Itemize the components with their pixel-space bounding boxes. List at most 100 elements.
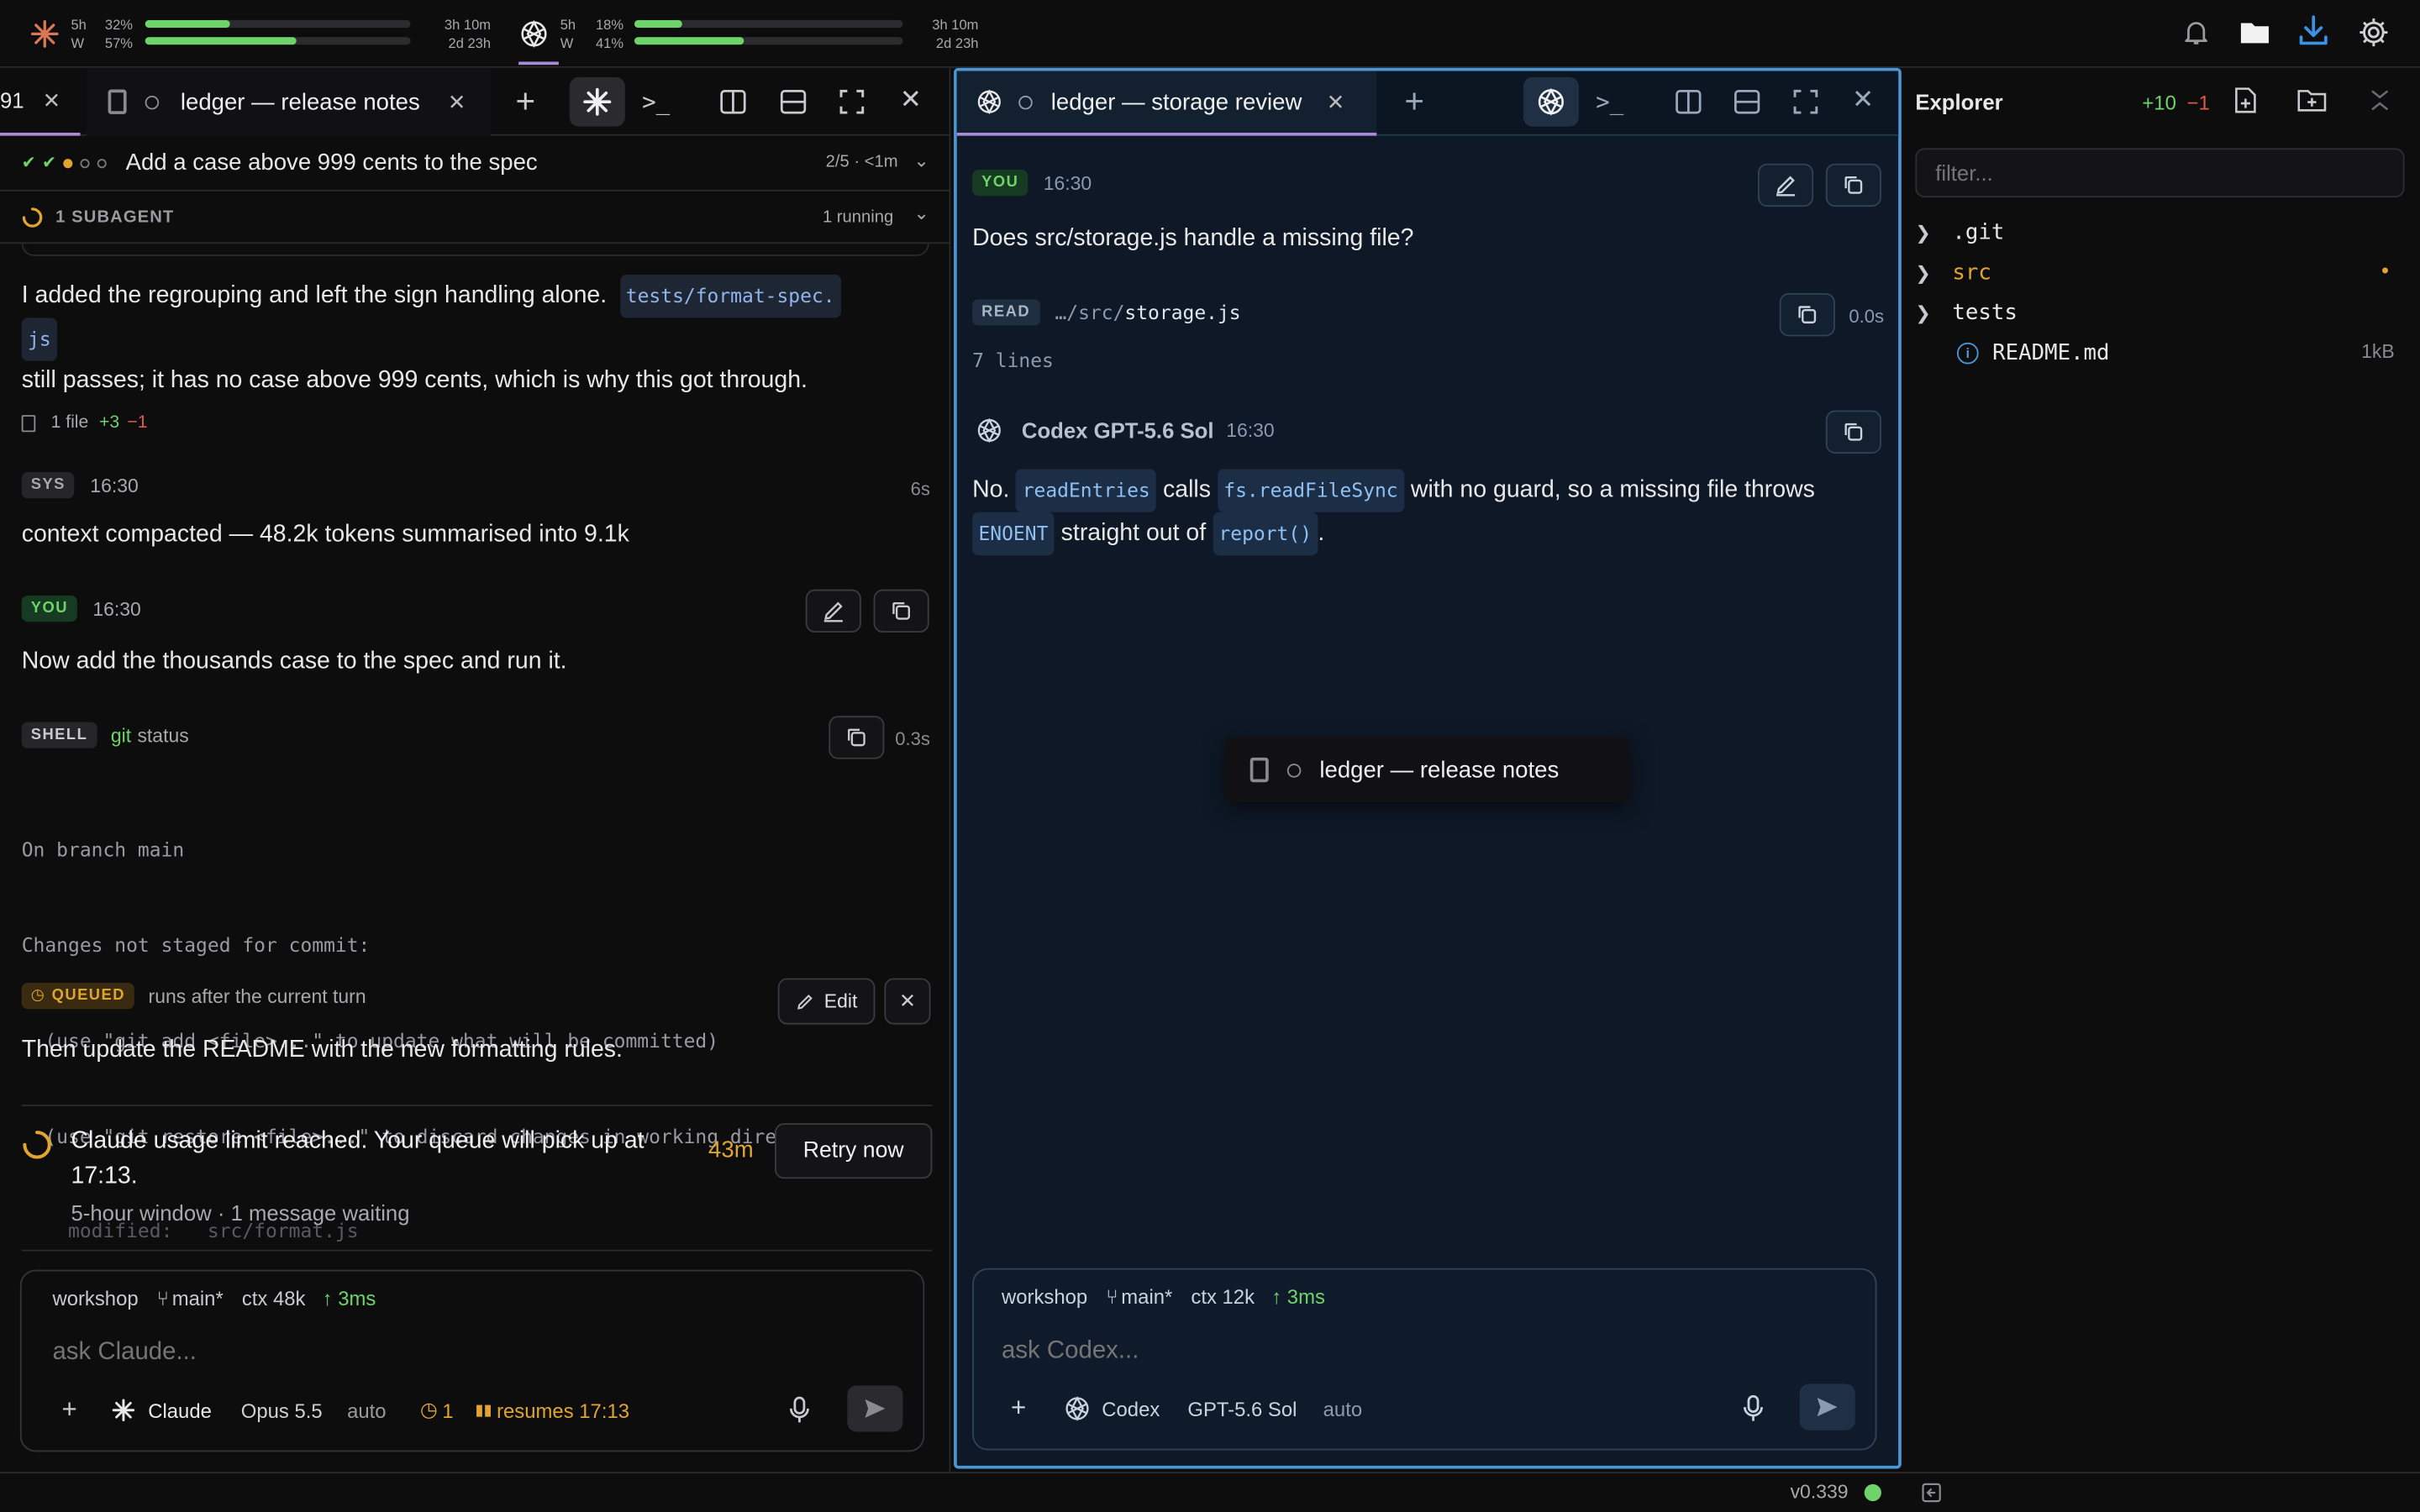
codex-pane: ledger — storage review ✕ + >_ ✕ YOU 16:… xyxy=(954,67,1902,1469)
close-icon[interactable]: ✕ xyxy=(1327,89,1345,115)
copy-output-button[interactable] xyxy=(1779,292,1835,337)
workspace-label[interactable]: workshop xyxy=(1002,1285,1087,1309)
explorer-filter-input[interactable] xyxy=(1915,148,2405,198)
diff-added: +3 xyxy=(99,413,120,433)
tab-storage-review[interactable]: ledger — storage review ✕ xyxy=(956,71,1377,136)
shell-cmd-keyword: git xyxy=(110,724,132,747)
reply-text: straight out of xyxy=(1060,519,1207,547)
branch-label[interactable]: main* xyxy=(1121,1285,1172,1309)
explorer-removed: −1 xyxy=(2186,91,2210,114)
copy-reply-button[interactable] xyxy=(1825,410,1881,454)
codex-agent-icon[interactable] xyxy=(1523,76,1579,127)
model-selector[interactable]: Opus 5.5 xyxy=(241,1399,323,1422)
split-vertical-icon[interactable] xyxy=(719,88,747,116)
mode-selector[interactable]: auto xyxy=(347,1399,386,1422)
edit-message-button[interactable] xyxy=(805,589,861,633)
panel-toggle-icon[interactable] xyxy=(1922,1483,1942,1503)
claude-prompt-input[interactable] xyxy=(52,1332,886,1373)
divider xyxy=(21,1105,933,1106)
workspace-label[interactable]: workshop xyxy=(52,1287,138,1310)
diff-summary[interactable]: 1 file +3 −1 xyxy=(21,413,147,433)
task-title: Add a case above 999 cents to the spec xyxy=(125,150,538,176)
model-selector[interactable]: GPT-5.6 Sol xyxy=(1187,1397,1297,1420)
maximize-icon[interactable] xyxy=(838,88,865,116)
copy-message-button[interactable] xyxy=(1825,163,1881,207)
queued-text: Then update the README with the new form… xyxy=(21,1037,623,1063)
collapse-icon[interactable] xyxy=(2367,88,2391,113)
terminal-icon[interactable]: >_ xyxy=(642,88,670,116)
close-pane-icon[interactable]: ✕ xyxy=(1852,85,1874,116)
new-tab-plus-icon[interactable]: + xyxy=(1404,84,1424,118)
edit-message-button[interactable] xyxy=(1758,163,1814,207)
read-header: READ …/src/ storage.js xyxy=(972,299,1241,326)
gear-icon[interactable] xyxy=(2357,15,2391,49)
read-path-file[interactable]: storage.js xyxy=(1124,301,1240,324)
tree-item-src[interactable]: ❯ src • xyxy=(1915,253,2409,293)
folder-icon[interactable] xyxy=(2238,17,2271,48)
reply-text: . xyxy=(1318,519,1325,547)
assistant-header: Codex GPT-5.6 Sol 16:30 xyxy=(976,417,1275,444)
copy-message-button[interactable] xyxy=(873,589,929,633)
dragged-tab-ghost[interactable]: ledger — release notes xyxy=(1225,737,1630,803)
copy-output-button[interactable] xyxy=(829,716,885,759)
bell-icon[interactable] xyxy=(2181,17,2212,48)
download-icon[interactable] xyxy=(2295,13,2332,50)
tab-first[interactable]: 91 ✕ xyxy=(0,68,81,136)
split-vertical-icon[interactable] xyxy=(1675,88,1702,116)
explorer-added: +10 xyxy=(2142,91,2176,114)
tree-item-readme[interactable]: i README.md 1kB xyxy=(1915,333,2409,374)
tab-release-notes[interactable]: ledger — release notes ✕ xyxy=(86,67,492,136)
close-icon: ✕ xyxy=(898,989,916,1012)
new-file-icon[interactable] xyxy=(2233,87,2258,114)
task-header[interactable]: ✔ ✔ Add a case above 999 cents to the sp… xyxy=(0,136,951,192)
codex-tab-strip: ledger — storage review ✕ + >_ ✕ xyxy=(956,71,1899,136)
microphone-icon[interactable] xyxy=(1743,1394,1765,1422)
claude-agent-icon[interactable] xyxy=(569,76,625,127)
send-button[interactable] xyxy=(1799,1383,1855,1431)
branch-label[interactable]: main* xyxy=(172,1287,224,1310)
clock-icon: ◷ xyxy=(30,987,46,1005)
pencil-icon xyxy=(797,994,813,1009)
tab-first-label: 91 xyxy=(0,87,24,113)
edit-queued-button[interactable]: Edit xyxy=(777,978,875,1025)
close-icon[interactable]: ✕ xyxy=(43,87,61,113)
new-folder-icon[interactable] xyxy=(2296,88,2328,113)
agent-selector[interactable]: Codex xyxy=(1102,1397,1160,1420)
step-pending-dot xyxy=(97,158,108,168)
split-horizontal-icon[interactable] xyxy=(780,88,808,116)
shell-duration: 0.3s xyxy=(895,727,930,750)
subagent-status: 1 running xyxy=(822,207,894,227)
send-button[interactable] xyxy=(847,1385,903,1432)
agent-selector[interactable]: Claude xyxy=(148,1399,212,1422)
remove-queued-button[interactable]: ✕ xyxy=(884,978,931,1025)
file-icon xyxy=(21,414,36,432)
codex-prompt-input[interactable] xyxy=(1002,1331,1835,1372)
composer-toolbar: + Codex GPT-5.6 Sol auto xyxy=(1011,1394,1362,1425)
reply-text: calls xyxy=(1163,476,1212,503)
close-pane-icon[interactable]: ✕ xyxy=(900,85,922,116)
chevron-down-icon[interactable]: ⌄ xyxy=(913,150,929,171)
attach-plus-icon[interactable]: + xyxy=(61,1394,76,1425)
split-horizontal-icon[interactable] xyxy=(1733,88,1761,116)
retry-now-button[interactable]: Retry now xyxy=(775,1123,933,1179)
maximize-icon[interactable] xyxy=(1791,88,1819,116)
mode-selector[interactable]: auto xyxy=(1323,1397,1362,1420)
microphone-icon[interactable] xyxy=(789,1396,811,1424)
close-icon[interactable]: ✕ xyxy=(448,89,466,115)
chevron-right-icon: ❯ xyxy=(1915,222,1931,244)
attach-plus-icon[interactable]: + xyxy=(1011,1394,1026,1425)
terminal-icon[interactable]: >_ xyxy=(1596,88,1623,116)
new-tab-plus-icon[interactable]: + xyxy=(515,84,535,118)
send-icon xyxy=(865,1399,886,1418)
subagent-panel-edge xyxy=(21,244,929,256)
user-header: YOU 16:30 xyxy=(21,595,141,622)
read-duration: 0.0s xyxy=(1849,305,1885,328)
branch-icon: ⑂ xyxy=(156,1286,170,1310)
claude-composer: workshop ⑂ main* ctx 48k ↑ 3ms + Claude … xyxy=(19,1269,925,1452)
tree-item-tests[interactable]: ❯ tests xyxy=(1915,293,2409,333)
subagent-row[interactable]: 1 SUBAGENT 1 running ⌄ xyxy=(0,192,951,244)
pencil-icon xyxy=(1776,176,1796,197)
chevron-down-icon[interactable]: ⌄ xyxy=(913,202,929,224)
diff-files: 1 file xyxy=(50,413,89,433)
tree-item-git[interactable]: ❯ .git xyxy=(1915,213,2409,253)
